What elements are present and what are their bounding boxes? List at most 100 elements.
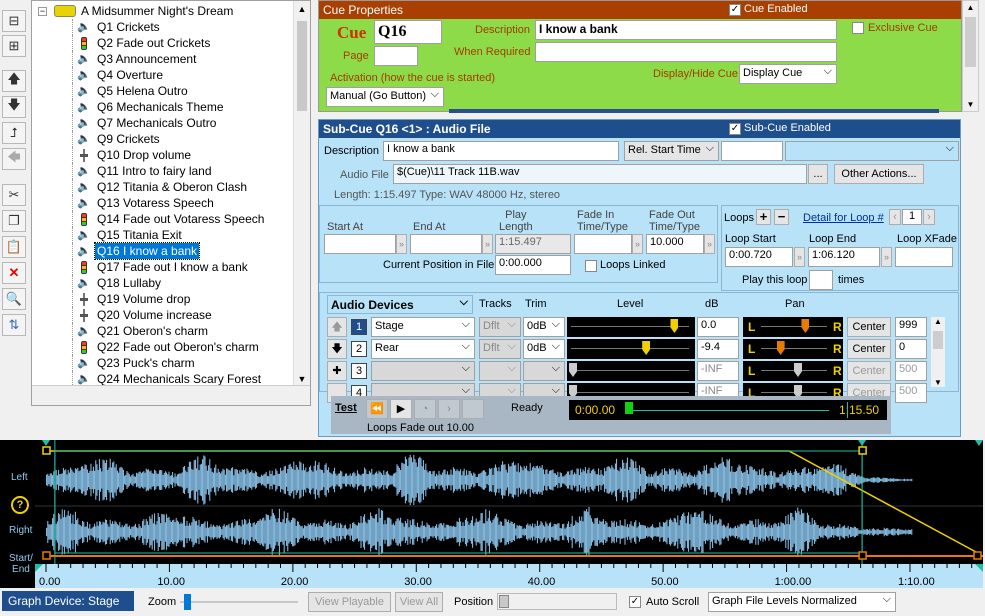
pan-slider[interactable]: LR [743, 339, 843, 359]
page-input[interactable] [374, 46, 418, 66]
device-extra-input[interactable]: 0 [895, 339, 927, 359]
device-row-move-button[interactable]: 🡅 [327, 317, 347, 337]
cut-button[interactable]: ✂ [2, 184, 26, 206]
scroll-down-icon[interactable]: ▼ [931, 378, 945, 387]
transport-progress[interactable]: 0:00.00 1:15.50 [569, 400, 887, 420]
scroll-up-icon[interactable]: ▲ [963, 3, 978, 12]
subcue-description-input[interactable]: I know a bank [383, 141, 619, 161]
tree-item[interactable]: 🔈 Q23 Puck's charm [32, 355, 294, 371]
transport-playhead[interactable] [625, 402, 633, 414]
level-slider-thumb[interactable] [642, 341, 651, 355]
fade-in-type[interactable]: » [632, 234, 643, 254]
tree-item[interactable]: Q2 Fade out Crickets [32, 35, 294, 51]
detail-for-loop-link[interactable]: Detail for Loop # [803, 212, 884, 224]
exclusive-cue-checkbox[interactable] [852, 22, 864, 34]
device-select[interactable]: Stage [371, 317, 475, 337]
device-select[interactable] [371, 361, 475, 381]
pan-center-button[interactable]: Center [847, 317, 891, 337]
tree-item[interactable]: 🔈 Q7 Mechanicals Outro [32, 115, 294, 131]
audio-file-input[interactable]: $(Cue)\11 Track 11B.wav [393, 164, 807, 184]
stop-button[interactable] [462, 399, 484, 419]
find-button[interactable]: 🔍 [2, 288, 26, 310]
tree-item[interactable]: 🔈 Q13 Votaress Speech [32, 195, 294, 211]
move-left-button[interactable]: 🡄 [2, 148, 26, 170]
pan-thumb[interactable] [776, 341, 785, 355]
other-actions-button[interactable]: Other Actions... [834, 164, 924, 184]
test-link[interactable]: Test [335, 402, 357, 414]
waveform-graph[interactable]: 0.00 10.00 20.00 30.00 40.00 50.00 1:00.00 1:10… [35, 440, 983, 588]
loop-start-arrow[interactable]: » [794, 247, 805, 267]
devices-scroll-thumb[interactable] [933, 331, 943, 349]
tree-item[interactable]: 🔈 Q1 Crickets [32, 19, 294, 35]
device-db-input[interactable]: 0.0 [697, 317, 739, 337]
level-slider[interactable] [567, 317, 695, 337]
pan-center-button[interactable]: Center [847, 361, 891, 381]
loop-xfade-input[interactable] [895, 247, 953, 267]
device-row-move-button[interactable]: ✚ [327, 361, 347, 381]
tree-item[interactable]: 🔈 Q15 Titania Exit [32, 227, 294, 243]
cue-number-input[interactable]: Q16 [374, 20, 442, 44]
auto-scroll-checkbox[interactable]: ✓ [629, 596, 641, 608]
trim-select[interactable] [523, 361, 565, 381]
device-select[interactable]: Rear [371, 339, 475, 359]
scroll-up-icon[interactable]: ▲ [931, 317, 945, 326]
loop-start-input[interactable]: 0:00.720 [725, 247, 793, 267]
collapse-node-icon[interactable]: − [38, 7, 47, 16]
loop-next-button[interactable]: › [923, 209, 935, 225]
when-required-input[interactable] [535, 42, 837, 62]
fade-out-type[interactable]: » [704, 234, 715, 254]
end-at-arrow[interactable]: » [482, 234, 493, 254]
tree-item[interactable]: 🔈 Q5 Helena Outro [32, 83, 294, 99]
play-button[interactable]: ▶ [390, 399, 412, 419]
zoom-slider[interactable] [180, 594, 298, 610]
device-extra-input[interactable]: 500 [895, 361, 927, 381]
remove-loop-button[interactable]: − [774, 209, 789, 225]
scroll-down-icon[interactable]: ▼ [963, 100, 978, 109]
tree-item[interactable]: 🔈 Q16 I know a bank [32, 242, 294, 260]
expand-button[interactable]: ⊞ [2, 35, 26, 57]
tree-item[interactable]: 🔈 Q9 Crickets [32, 131, 294, 147]
renumber-button[interactable]: ⇅ [2, 314, 26, 336]
rel-start-select[interactable]: Rel. Start Time [624, 141, 719, 161]
level-slider-thumb[interactable] [670, 319, 679, 333]
view-playable-button[interactable]: View Playable [308, 592, 391, 612]
tree-item[interactable]: 🔈 Q21 Oberon's charm [32, 323, 294, 339]
tree-item[interactable]: 🔈 Q3 Announcement [32, 51, 294, 67]
zoom-slider-thumb[interactable] [184, 594, 191, 610]
cue-tree[interactable]: − A Midsummer Night's Dream 🔈 Q1 Crickets… [31, 0, 311, 406]
rel-start-cue-select[interactable] [785, 141, 959, 161]
position-slider-thumb[interactable] [499, 595, 509, 608]
tracks-select[interactable]: Dflt [479, 317, 521, 337]
tracks-select[interactable]: Dflt [479, 339, 521, 359]
rewind-button[interactable]: ⏪ [366, 399, 388, 419]
cue-description-input[interactable]: I know a bank [535, 20, 837, 40]
level-slider-thumb[interactable] [569, 363, 577, 377]
pan-slider[interactable]: LR [743, 361, 843, 381]
pan-thumb[interactable] [794, 363, 802, 377]
rel-start-input[interactable] [721, 141, 783, 161]
tree-item[interactable]: Q20 Volume increase [32, 307, 294, 323]
tree-item[interactable]: 🔈 Q18 Lullaby [32, 275, 294, 291]
next-button[interactable]: › [438, 399, 460, 419]
delete-button[interactable]: ✕ [2, 262, 26, 284]
trim-select[interactable]: 0dB [523, 317, 565, 337]
pan-center-button[interactable]: Center [847, 339, 891, 359]
paste-button[interactable]: 📋 [2, 236, 26, 258]
tracks-select[interactable] [479, 361, 521, 381]
subcue-enabled-checkbox[interactable]: ✓ [729, 123, 741, 135]
device-db-input[interactable]: -INF [697, 361, 739, 381]
add-loop-button[interactable]: + [756, 209, 771, 225]
device-db-input[interactable]: -9.4 [697, 339, 739, 359]
collapse-button[interactable]: ⊟ [2, 10, 26, 32]
fade-out-input[interactable]: 10.000 [646, 234, 704, 254]
loop-end-input[interactable]: 1:06.120 [808, 247, 880, 267]
activation-select[interactable]: Manual (Go Button) [326, 87, 444, 107]
view-all-button[interactable]: View All [395, 592, 443, 612]
current-position-input[interactable]: 0:00.000 [495, 255, 571, 275]
start-at-input[interactable] [324, 234, 396, 254]
loop-times-input[interactable] [809, 270, 833, 290]
tree-item[interactable]: 🔈 Q6 Mechanicals Theme [32, 99, 294, 115]
tree-scrollbar[interactable]: ▲ ▼ [293, 1, 310, 387]
fade-in-input[interactable] [574, 234, 632, 254]
end-at-input[interactable] [410, 234, 482, 254]
